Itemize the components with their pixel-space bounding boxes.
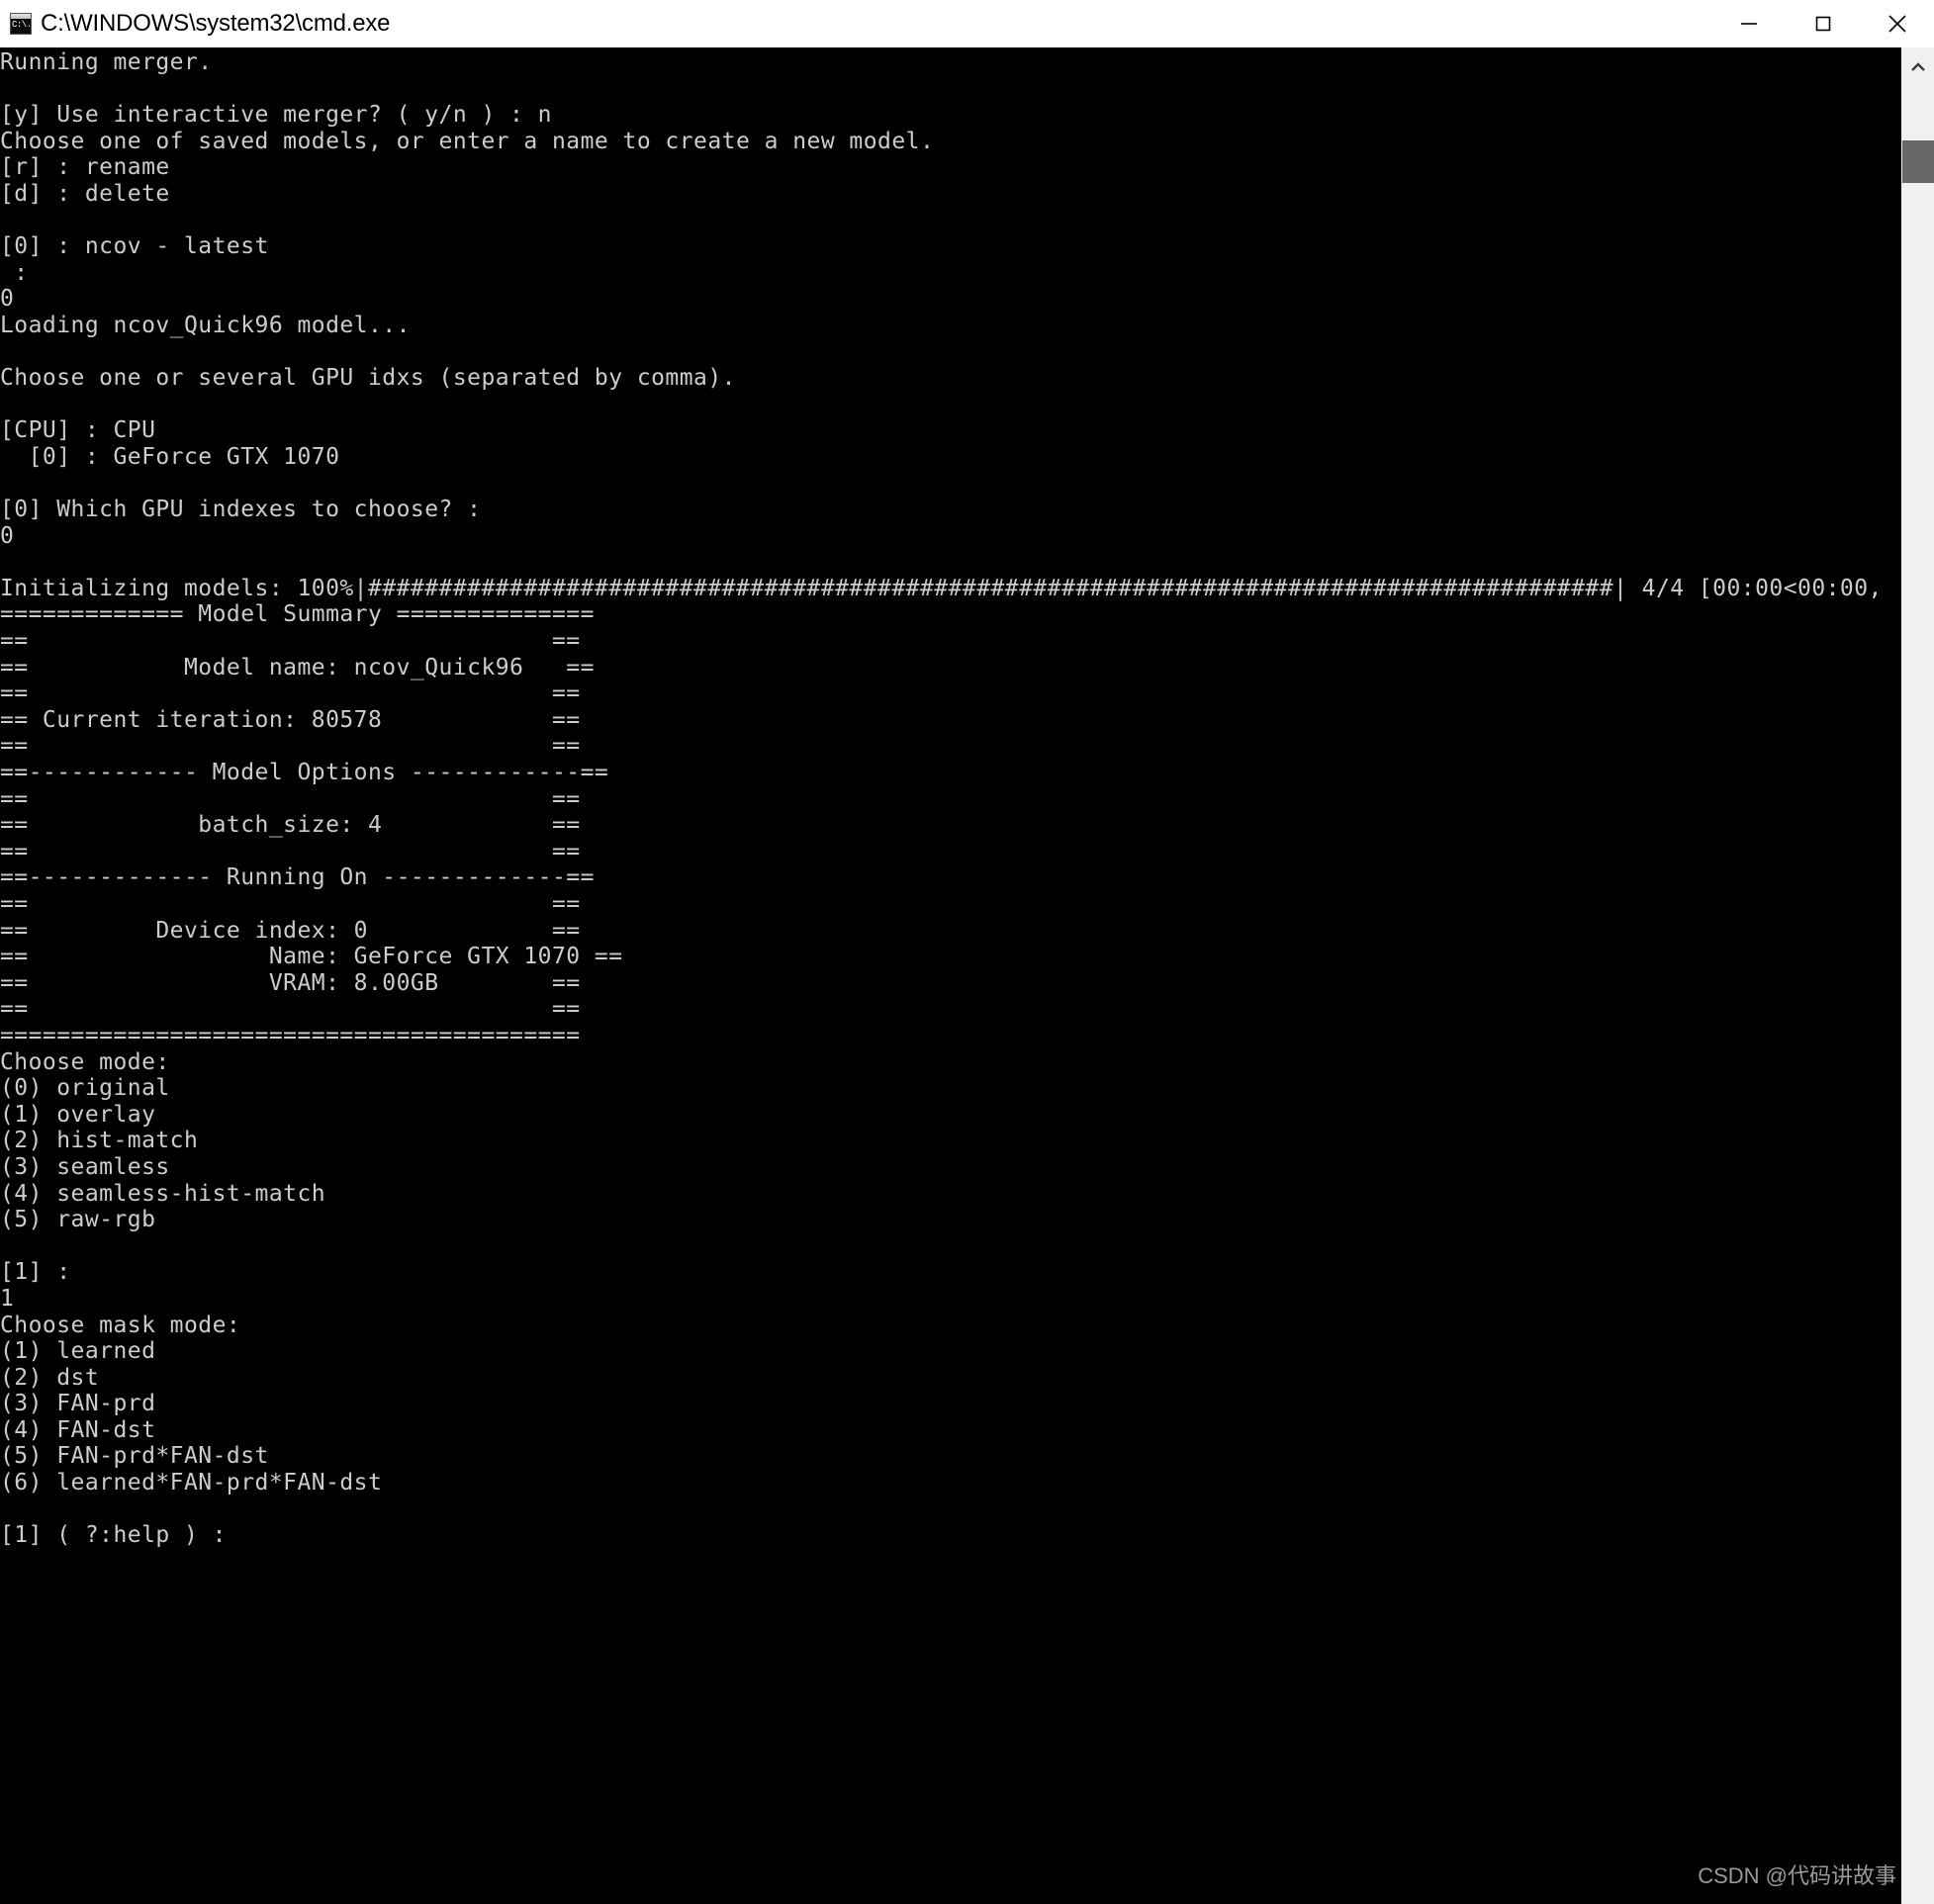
terminal-text: Running merger. [y] Use interactive merg… bbox=[0, 49, 1883, 1549]
cmd-console-icon bbox=[10, 12, 32, 35]
cmd-window: C:\WINDOWS\system32\cmd.exe bbox=[0, 0, 1934, 1904]
scroll-up-button[interactable] bbox=[1902, 47, 1934, 87]
title-bar-left: C:\WINDOWS\system32\cmd.exe bbox=[0, 10, 1711, 38]
vertical-scrollbar[interactable] bbox=[1901, 47, 1934, 1904]
watermark-text: CSDN @代码讲故事 bbox=[1698, 1863, 1896, 1888]
title-bar[interactable]: C:\WINDOWS\system32\cmd.exe bbox=[0, 0, 1934, 47]
window-title: C:\WINDOWS\system32\cmd.exe bbox=[41, 9, 391, 37]
close-icon bbox=[1888, 14, 1906, 33]
close-button[interactable] bbox=[1860, 0, 1934, 46]
window-controls bbox=[1711, 0, 1934, 46]
terminal-output[interactable]: Running merger. [y] Use interactive merg… bbox=[0, 47, 1901, 1904]
scrollbar-thumb[interactable] bbox=[1902, 140, 1934, 183]
maximize-icon bbox=[1815, 16, 1830, 31]
minimize-icon bbox=[1740, 22, 1757, 25]
scrollbar-track[interactable] bbox=[1902, 87, 1934, 1904]
minimize-button[interactable] bbox=[1711, 0, 1786, 46]
console-area: Running merger. [y] Use interactive merg… bbox=[0, 47, 1934, 1904]
chevron-up-icon bbox=[1911, 62, 1925, 71]
maximize-button[interactable] bbox=[1786, 0, 1860, 46]
